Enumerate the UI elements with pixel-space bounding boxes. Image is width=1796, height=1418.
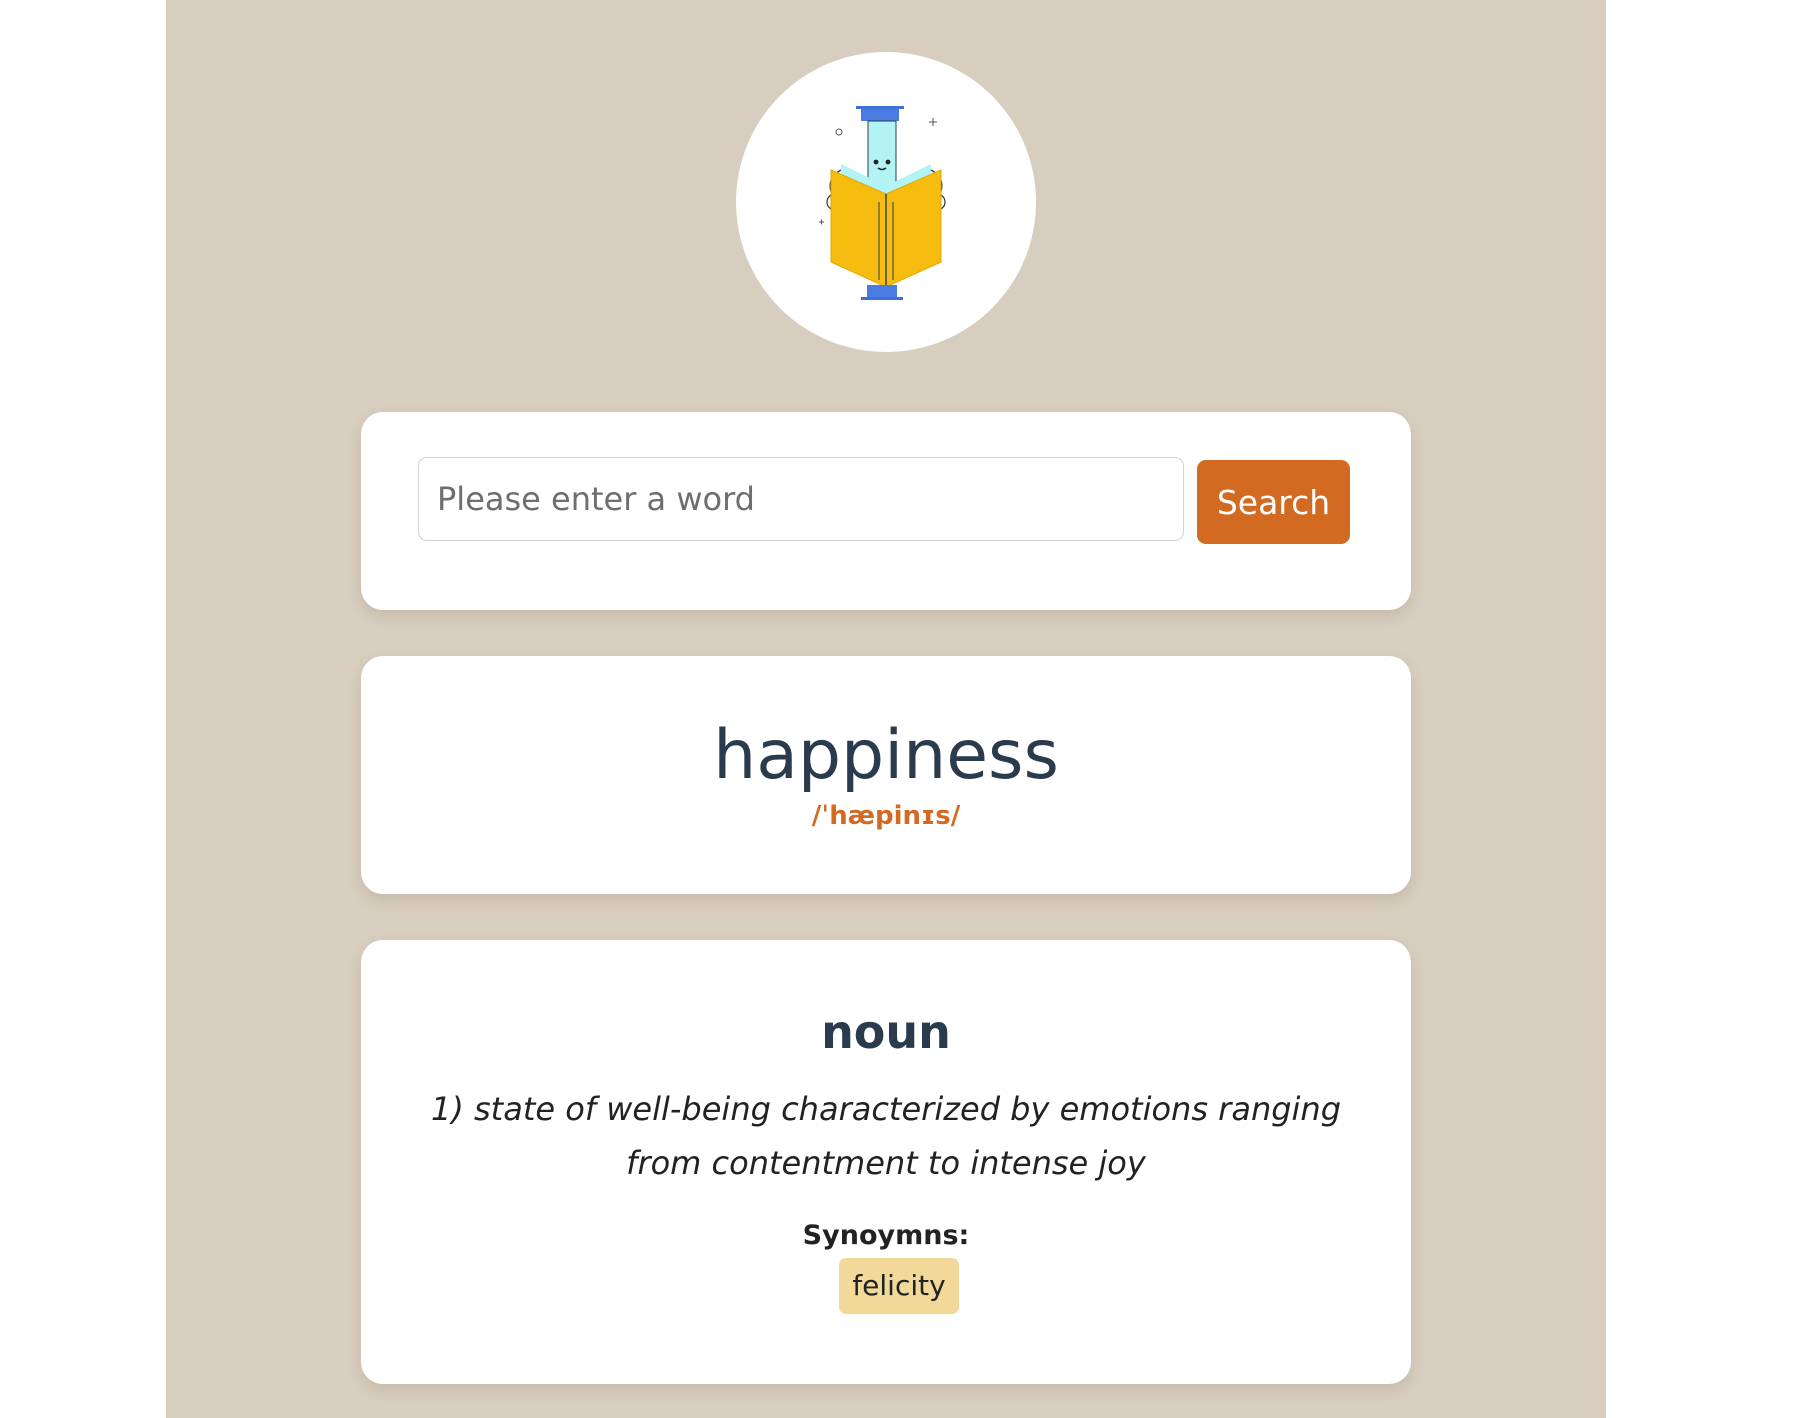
search-card: Search — [361, 412, 1411, 610]
phonetic-text: /ˈhæpinɪs/ — [811, 801, 961, 831]
part-of-speech: noun — [821, 1005, 951, 1059]
search-button[interactable]: Search — [1197, 460, 1350, 544]
word-card: happiness /ˈhæpinɪs/ — [361, 656, 1411, 894]
reading-book-character-icon — [819, 106, 946, 300]
search-input[interactable] — [418, 457, 1184, 541]
synonyms-label: Synoymns: — [802, 1220, 970, 1251]
word-title: happiness — [713, 716, 1059, 795]
dictionary-app: Search happiness /ˈhæpinɪs/ noun 1) stat… — [166, 0, 1606, 1418]
definition-text: 1) state of well-being characterized by … — [430, 1090, 1342, 1182]
meaning-card: noun 1) state of well-being characterize… — [361, 940, 1411, 1384]
logo-badge — [736, 52, 1036, 352]
synonym-chip[interactable]: felicity — [839, 1258, 959, 1314]
